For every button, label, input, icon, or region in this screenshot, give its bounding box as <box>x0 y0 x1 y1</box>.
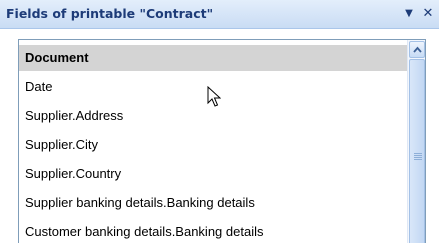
list-item-document[interactable]: Document <box>19 45 407 71</box>
arrow-up-icon <box>413 46 422 53</box>
scroll-grip-line <box>414 153 422 154</box>
scroll-grip-line <box>414 157 422 158</box>
list-item-supplier-city[interactable]: Supplier.City <box>19 132 407 158</box>
fields-list: Document Date Supplier.Address Supplier.… <box>19 40 407 243</box>
mouse-pointer-icon <box>207 86 221 107</box>
list-item-supplier-country[interactable]: Supplier.Country <box>19 161 407 187</box>
chevron-down-icon[interactable]: ▼ <box>401 5 417 23</box>
list-item-supplier-banking-details[interactable]: Supplier banking details.Banking details <box>19 190 407 216</box>
panel-header: Fields of printable "Contract" ▼ ✕ <box>0 0 439 29</box>
scroll-thumb[interactable] <box>409 59 425 243</box>
close-icon[interactable]: ✕ <box>420 5 436 23</box>
vertical-scrollbar[interactable] <box>407 40 425 243</box>
scroll-grip-line <box>414 155 422 156</box>
fields-panel: Fields of printable "Contract" ▼ ✕ Docum… <box>0 0 439 243</box>
list-item-customer-banking-details[interactable]: Customer banking details.Banking details <box>19 219 407 243</box>
fields-listbox[interactable]: Document Date Supplier.Address Supplier.… <box>18 39 426 243</box>
panel-title: Fields of printable "Contract" <box>6 6 214 21</box>
scroll-grip-line <box>414 159 422 160</box>
scroll-up-button[interactable] <box>409 41 425 58</box>
